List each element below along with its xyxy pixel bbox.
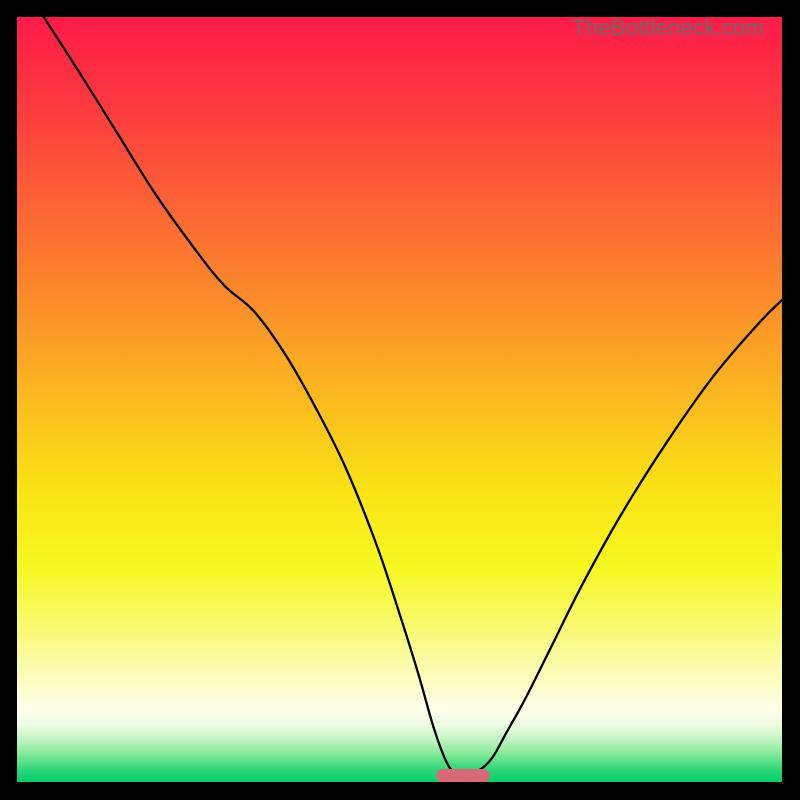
watermark-text: TheBottleneck.com <box>572 15 764 41</box>
chart-background-gradient <box>17 17 782 782</box>
optimal-range-marker <box>436 769 490 782</box>
bottleneck-chart <box>17 17 782 782</box>
chart-frame: TheBottleneck.com <box>17 17 782 782</box>
